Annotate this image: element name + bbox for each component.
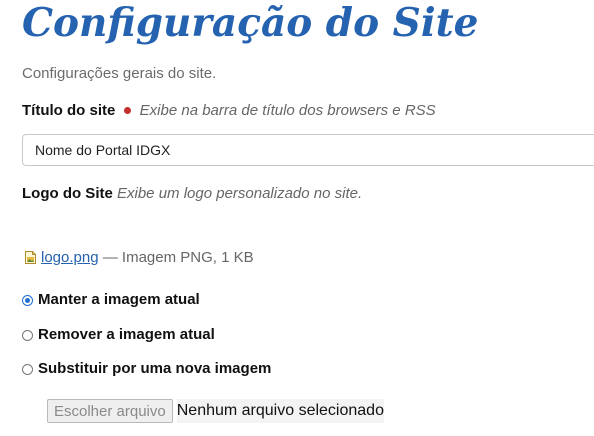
logo-file-link[interactable]: logo.png: [41, 249, 99, 266]
radio-keep-image-label: Manter a imagem atual: [38, 291, 200, 308]
site-title-help: Exibe na barra de título dos browsers e …: [139, 102, 436, 119]
page-description: Configurações gerais do site.: [22, 65, 217, 82]
required-indicator-icon: [123, 107, 131, 115]
file-picker: Escolher arquivo Nenhum arquivo selecion…: [47, 399, 384, 423]
radio-replace-image-label: Substituir por uma nova imagem: [38, 360, 272, 377]
page-title: Configuração do Site: [22, 0, 479, 46]
current-logo-file: logo.png — Imagem PNG, 1 KB: [25, 248, 254, 268]
site-title-label: Título do site: [22, 102, 116, 119]
radio-remove-image[interactable]: Remover a imagem atual: [22, 325, 215, 345]
radio-button[interactable]: [22, 363, 33, 375]
logo-file-info: — Imagem PNG, 1 KB: [102, 249, 254, 266]
radio-replace-image[interactable]: Substituir por uma nova imagem: [22, 359, 271, 379]
file-status: Nenhum arquivo selecionado: [176, 399, 384, 423]
choose-file-button[interactable]: Escolher arquivo: [47, 399, 173, 423]
logo-label: Logo do Site: [22, 185, 113, 202]
site-title-label-row: Título do site Exibe na barra de título …: [22, 101, 436, 121]
radio-keep-image[interactable]: Manter a imagem atual: [22, 290, 200, 310]
logo-help: Exibe um logo personalizado no site.: [117, 185, 363, 202]
radio-button[interactable]: [22, 329, 33, 341]
site-title-input[interactable]: [22, 134, 594, 166]
image-file-icon: [25, 250, 36, 264]
logo-label-row: Logo do Site Exibe um logo personalizado…: [22, 184, 362, 204]
radio-button-checked[interactable]: [22, 294, 33, 306]
radio-remove-image-label: Remover a imagem atual: [38, 326, 215, 343]
